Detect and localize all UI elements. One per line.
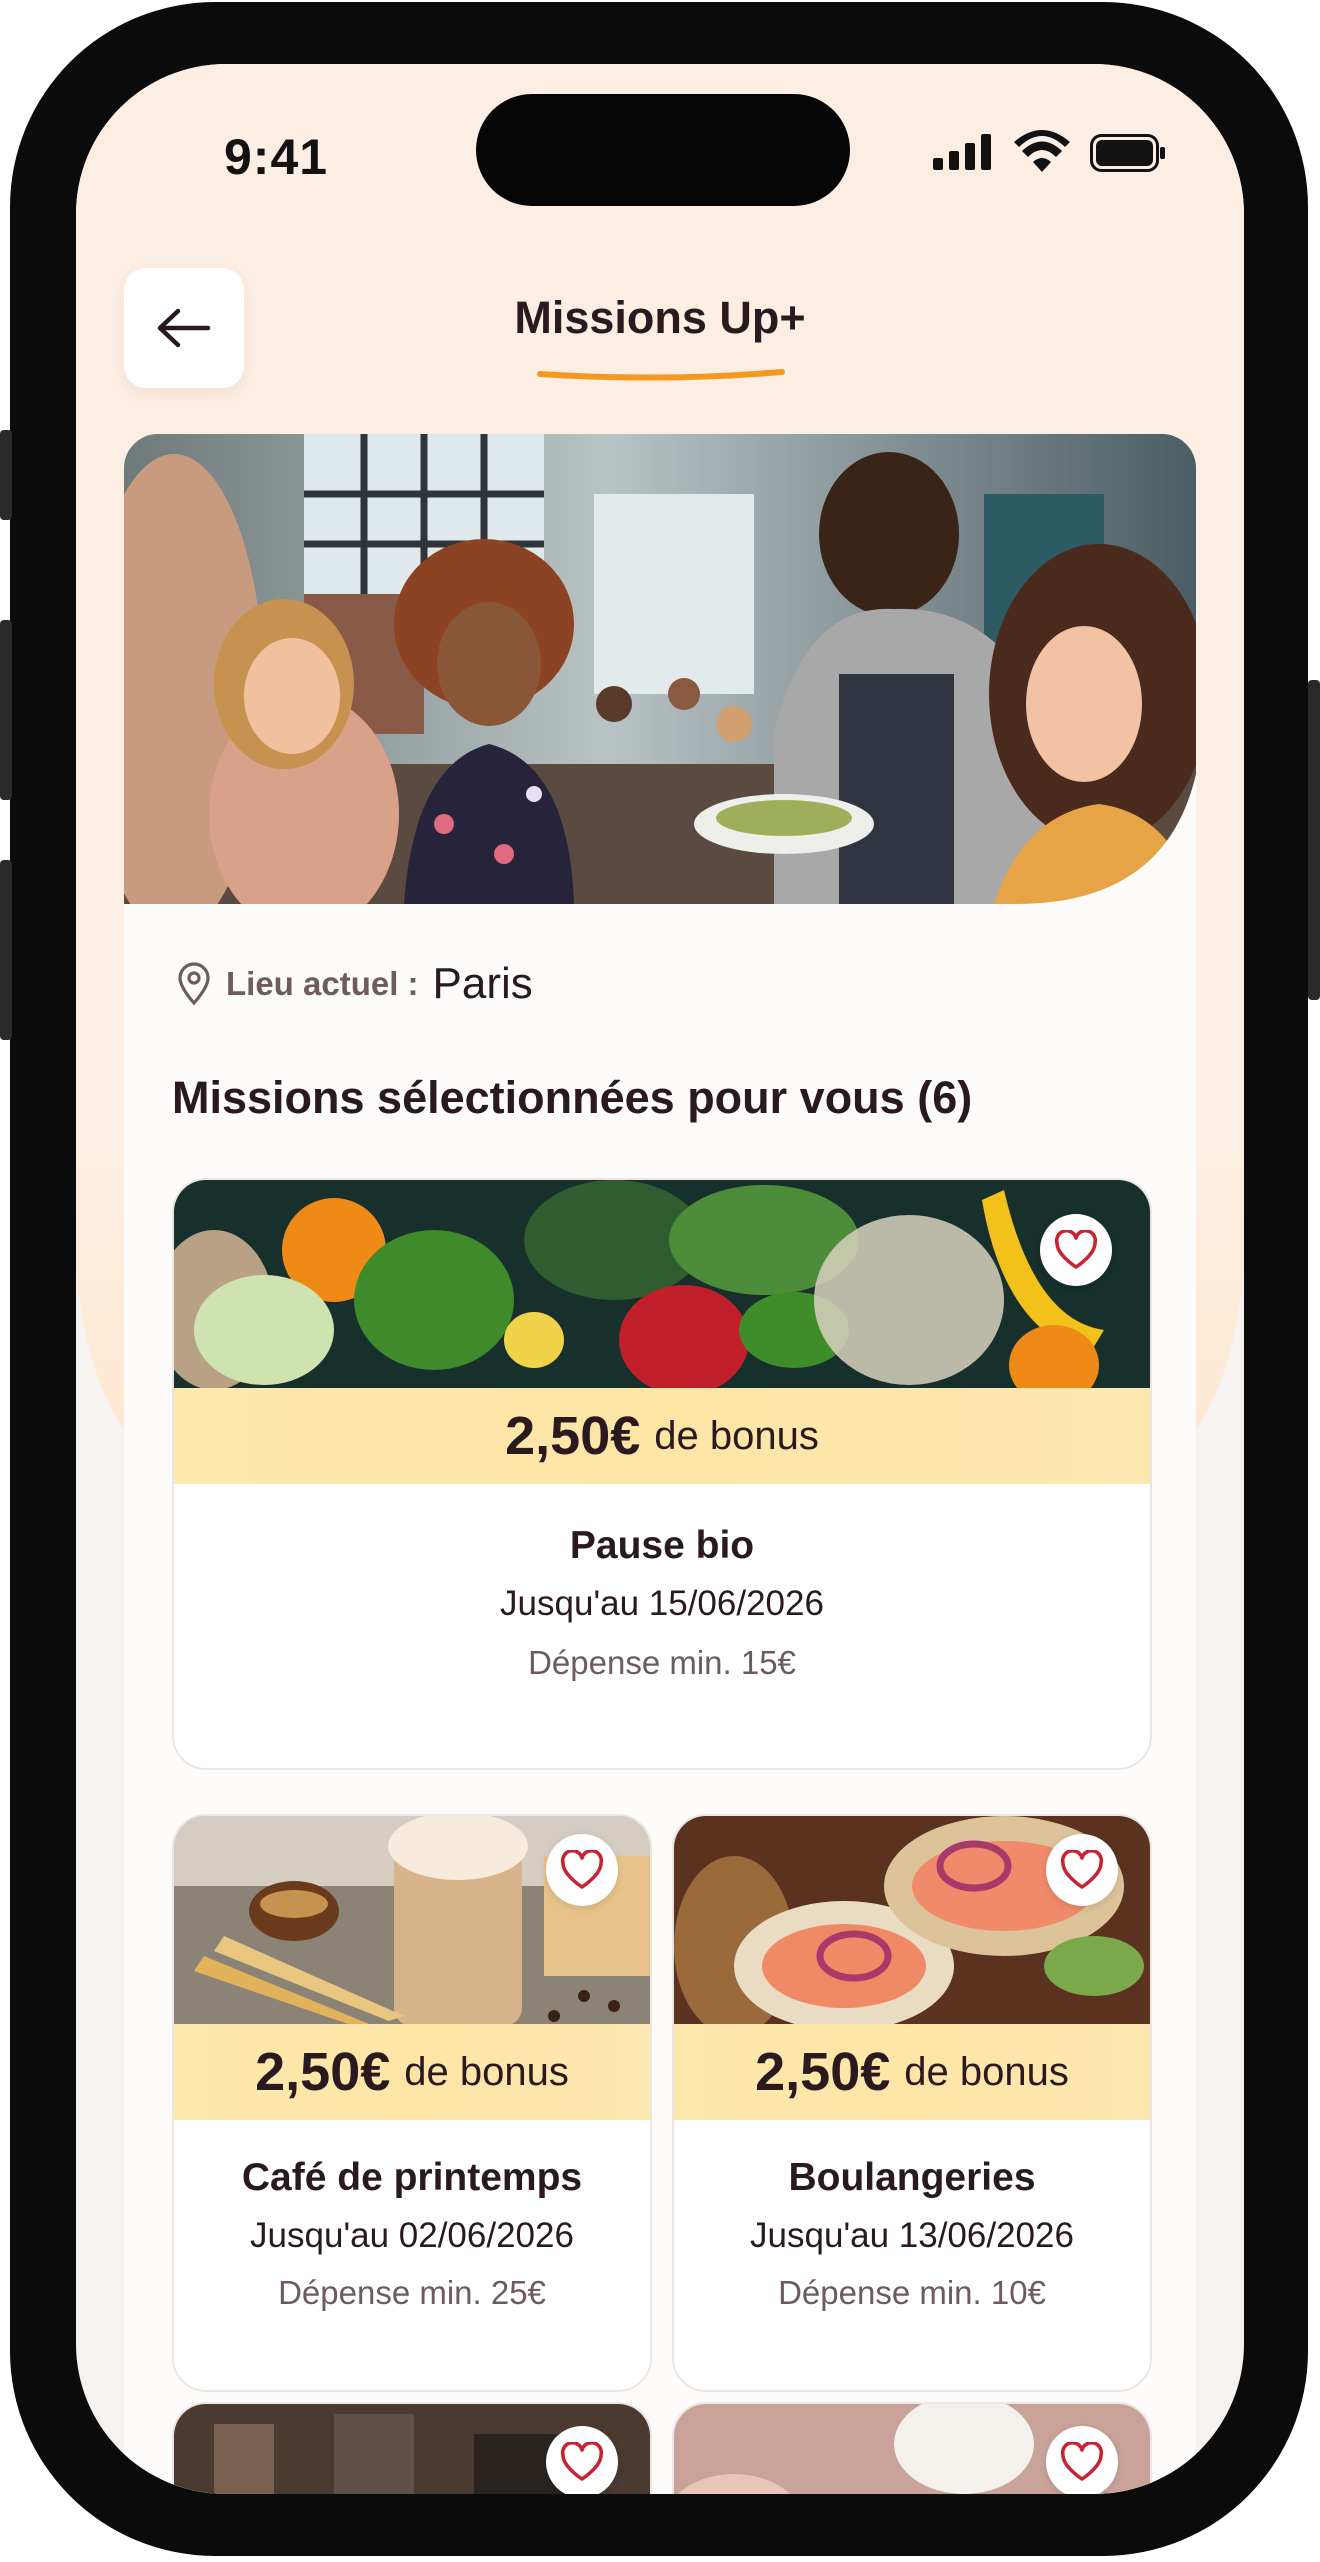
mission-image-organic — [174, 1180, 1150, 1390]
mission-card[interactable] — [672, 2402, 1152, 2494]
bonus-amount: 2,50€ — [255, 2042, 391, 2102]
mission-date: Jusqu'au 02/06/2026 — [250, 2216, 574, 2255]
bonus-amount: 2,50€ — [755, 2042, 891, 2102]
bonus-banner: 2,50€ de bonus — [674, 2024, 1150, 2120]
heart-icon — [560, 1850, 604, 1889]
favorite-button[interactable] — [1046, 2426, 1118, 2494]
bonus-amount: 2,50€ — [505, 1406, 641, 1466]
mission-min-spend: Dépense min. 15€ — [528, 1644, 796, 1681]
status-bar: 9:41 — [76, 64, 1244, 214]
location-value: Paris — [432, 959, 533, 1008]
mission-card[interactable] — [172, 2402, 652, 2494]
map-pin-icon — [178, 962, 210, 1006]
mission-title: Boulangeries — [788, 2156, 1036, 2199]
heart-icon — [560, 2442, 604, 2481]
cellular-signal-icon — [933, 134, 991, 170]
hero-corner-curve — [1016, 774, 1196, 904]
heart-icon — [1060, 1850, 1104, 1889]
bonus-banner: 2,50€ de bonus — [174, 2024, 650, 2120]
favorite-button[interactable] — [1046, 1834, 1118, 1906]
mission-card[interactable]: 2,50€ de bonus Boulangeries Jusqu'au 13/… — [672, 1814, 1152, 2392]
page-title: Missions Up+ — [514, 292, 806, 343]
dynamic-island — [476, 94, 850, 206]
mission-min-spend: Dépense min. 10€ — [778, 2274, 1046, 2311]
favorite-button[interactable] — [546, 1834, 618, 1906]
volume-down-button — [0, 860, 12, 1040]
heart-icon — [1054, 1230, 1098, 1269]
mission-min-spend: Dépense min. 25€ — [278, 2274, 546, 2311]
mission-date: Jusqu'au 15/06/2026 — [500, 1584, 824, 1623]
current-location: Lieu actuel : Paris — [176, 954, 533, 1014]
power-button — [1308, 680, 1320, 1000]
mission-title: Café de printemps — [241, 2156, 583, 2199]
wifi-icon — [1014, 130, 1070, 172]
location-label: Lieu actuel : — [226, 965, 419, 1002]
mute-switch — [0, 430, 12, 520]
title-underline — [537, 369, 785, 381]
hero-image — [124, 434, 1196, 904]
section-title: Missions sélectionnées pour vous (6) — [172, 1072, 973, 1123]
heart-icon — [1060, 2442, 1104, 2481]
status-time: 9:41 — [224, 129, 329, 185]
bonus-text: de bonus — [404, 2049, 569, 2094]
favorite-button[interactable] — [546, 2426, 618, 2494]
volume-up-button — [0, 620, 12, 800]
bonus-banner: 2,50€ de bonus — [174, 1388, 1150, 1484]
back-button[interactable] — [124, 268, 244, 388]
mission-card[interactable]: 2,50€ de bonus Café de printemps Jusqu'a… — [172, 1814, 652, 2392]
mission-title: Pause bio — [569, 1524, 755, 1567]
app-screen: 9:41 Missions Up+ Lieu actuel: Paris Mi… — [76, 64, 1244, 2494]
battery-icon — [1090, 134, 1165, 172]
arrow-left-icon — [157, 308, 211, 348]
favorite-button[interactable] — [1040, 1214, 1112, 1286]
mission-card[interactable]: 2,50€ de bonus Pause bio Jusqu'au 15/06/… — [172, 1178, 1152, 1770]
mission-date: Jusqu'au 13/06/2026 — [750, 2216, 1074, 2255]
bonus-text: de bonus — [904, 2049, 1069, 2094]
bonus-text: de bonus — [654, 1413, 819, 1458]
